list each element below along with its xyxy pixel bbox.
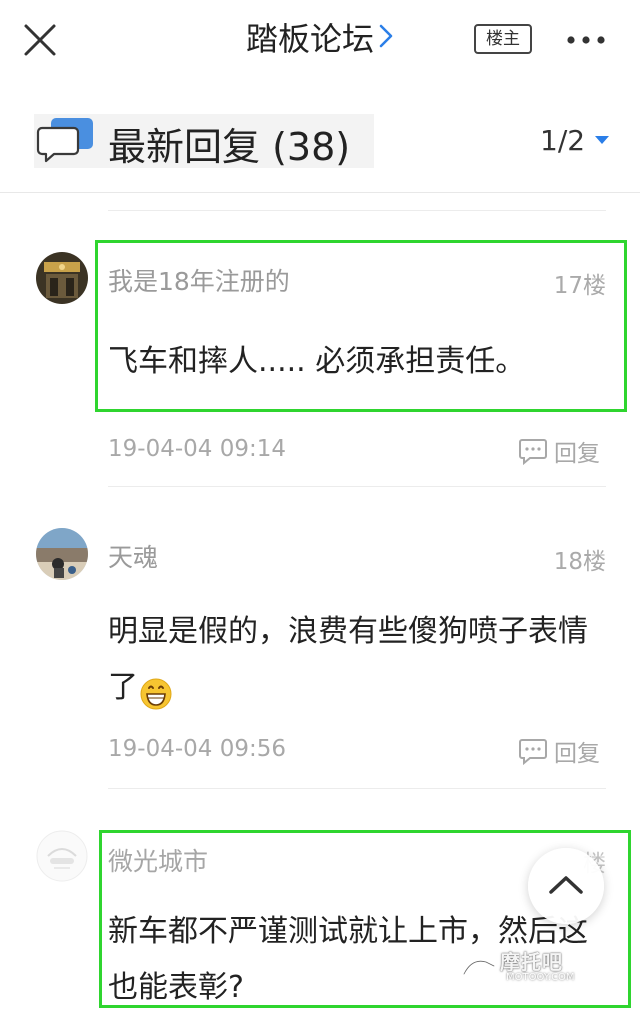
reply-label: 回复 — [554, 741, 600, 767]
caret-down-icon — [595, 136, 610, 144]
divider — [108, 210, 606, 211]
reply-post: 我是18年注册的 17楼 飞车和摔人..... 必须承担责任。 19-04-04… — [0, 236, 640, 486]
forum-title[interactable]: 踏板论坛 — [246, 14, 394, 60]
reply-button[interactable]: 回复 — [518, 734, 600, 767]
top-nav-bar: 踏板论坛 楼主 — [0, 0, 640, 88]
owner-only-button[interactable]: 楼主 — [474, 24, 532, 54]
username[interactable]: 微光城市 — [108, 842, 208, 878]
reply-content: 飞车和摔人..... 必须承担责任。 — [108, 344, 526, 379]
chevron-right-icon — [378, 20, 394, 58]
grinning-face-emoji — [140, 673, 172, 709]
close-icon — [24, 24, 56, 56]
timestamp: 19-04-04 09:14 — [108, 436, 286, 462]
section-title: 最新回复 (38) — [108, 125, 351, 169]
latest-replies-header: 最新回复 (38) 1/2 — [0, 100, 640, 193]
avatar[interactable] — [36, 252, 88, 304]
avatar[interactable] — [36, 830, 88, 882]
forum-title-label: 踏板论坛 — [245, 20, 374, 58]
floor-number: 17楼 — [553, 273, 606, 299]
comment-icon — [519, 739, 547, 766]
username[interactable]: 我是18年注册的 — [108, 262, 290, 298]
reply-content: 明显是假的，浪费有些傻狗喷子表情了 — [108, 604, 608, 716]
divider — [108, 788, 606, 789]
chat-bubbles-icon — [36, 114, 96, 164]
scroll-to-top-button[interactable] — [528, 848, 604, 924]
avatar[interactable] — [36, 528, 88, 580]
username[interactable]: 天魂 — [108, 538, 158, 574]
divider — [108, 486, 606, 487]
reply-label: 回复 — [554, 441, 600, 467]
chevron-up-icon — [549, 876, 583, 894]
reply-post: 天魂 18楼 明显是假的，浪费有些傻狗喷子表情了 19-04-04 09:56 … — [0, 512, 640, 788]
page-indicator: 1/2 — [540, 124, 586, 157]
floor-number: 18楼 — [553, 549, 606, 575]
close-button[interactable] — [20, 20, 60, 60]
reply-text: 明显是假的，浪费有些傻狗喷子表情了 — [108, 614, 588, 705]
reply-button[interactable]: 回复 — [518, 434, 600, 467]
timestamp: 19-04-04 09:56 — [108, 736, 286, 762]
more-button[interactable] — [562, 28, 610, 52]
more-dots-icon — [567, 36, 605, 44]
page-selector[interactable]: 1/2 — [540, 124, 610, 157]
comment-icon — [519, 439, 547, 466]
